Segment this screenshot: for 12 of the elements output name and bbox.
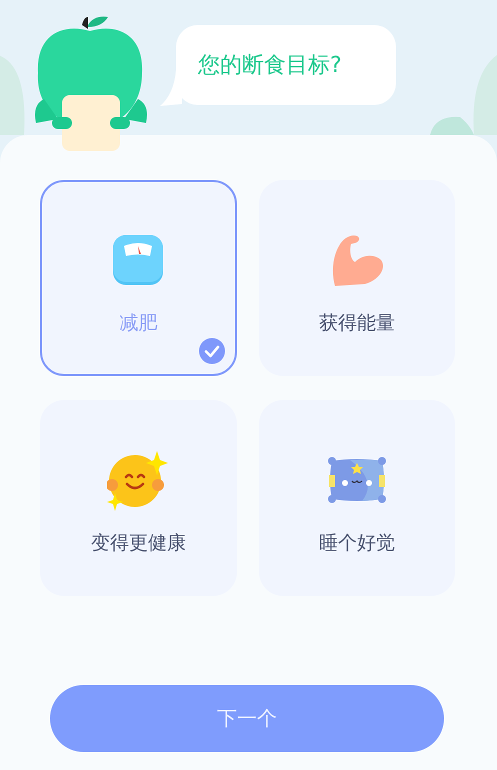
checkmark-icon <box>198 338 224 364</box>
option-card[interactable]: 睡个好觉 <box>258 400 455 596</box>
pillow-icon <box>328 457 386 503</box>
option-label: 获得能量 <box>318 311 395 336</box>
option-card[interactable]: 变得更健康 <box>40 400 236 596</box>
smiley-icon <box>107 449 170 511</box>
option-label: 减肥 <box>119 311 158 336</box>
option-label: 变得更健康 <box>90 531 186 556</box>
option-label: 睡个好觉 <box>318 531 395 556</box>
scale-icon <box>112 234 164 286</box>
option-card[interactable]: 获得能量 <box>258 180 455 376</box>
question-text: 您的断食目标? <box>198 52 342 80</box>
